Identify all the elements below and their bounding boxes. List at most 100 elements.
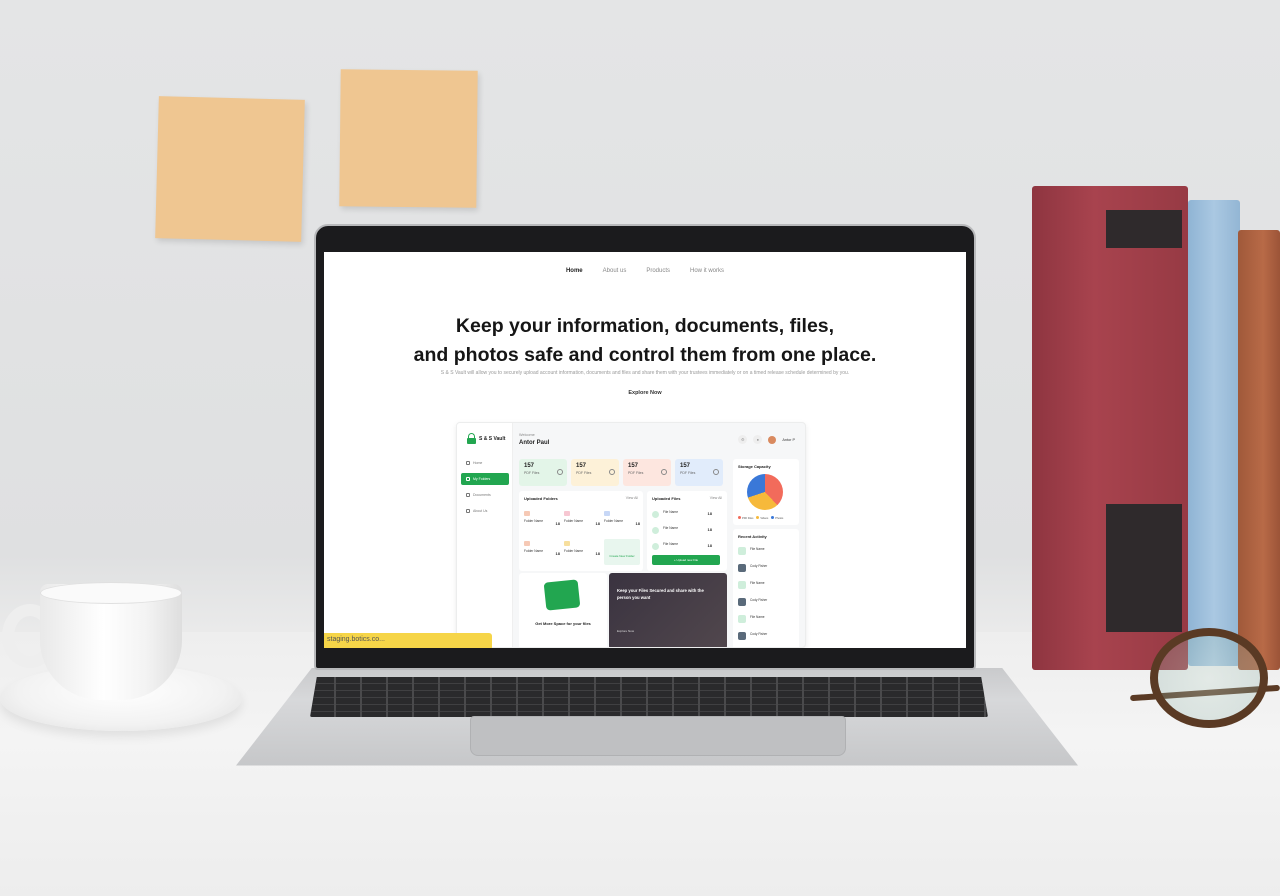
sticky-note [155, 96, 305, 242]
promo-text: Keep your Files Secured and share with t… [617, 588, 704, 600]
sticky-note [339, 69, 478, 208]
activity-item[interactable]: File Name [738, 579, 798, 594]
activity-item[interactable]: Cody Fisher [738, 562, 798, 577]
document-icon [466, 493, 470, 497]
stat-card[interactable]: 157 PDF Files [571, 459, 619, 486]
notification-icon[interactable]: ● [753, 435, 763, 444]
panel-title: Uploaded Folders [524, 496, 558, 501]
get-more-space-card[interactable]: Get More Space for your files [519, 573, 607, 647]
cup-rim [40, 582, 182, 604]
sidebar-item-my-folders[interactable]: My Folders [461, 473, 509, 485]
legend-item: Photos [771, 516, 783, 520]
activity-name: File Name [750, 547, 765, 551]
folder-card[interactable]: Folder Name 18 [524, 511, 560, 533]
folder-icon [524, 511, 530, 516]
file-icon [738, 547, 746, 555]
view-all-link[interactable]: View All [710, 496, 722, 500]
folder-card[interactable]: Folder Name 18 [604, 511, 640, 533]
recent-activity-panel: Recent Activity File Name Cody Fisher Fi… [733, 529, 799, 647]
sidebar-item-home[interactable]: Home [461, 457, 509, 469]
browser-status-url: staging.botics.co... [324, 633, 492, 648]
brand-logo[interactable]: S & S Vault [467, 433, 505, 444]
brand-name: S & S Vault [479, 435, 506, 442]
stat-number: 157 [576, 463, 587, 469]
keyboard [310, 677, 988, 717]
hero-subtitle: S & S Vault will allow you to securely u… [440, 370, 850, 376]
folder-count: 18 [635, 521, 640, 526]
upload-file-button[interactable]: + Upload new File [652, 555, 720, 565]
file-size: 18 [707, 511, 712, 516]
file-icon [652, 543, 659, 550]
stat-card[interactable]: 157 PDF Files [623, 459, 671, 486]
legend-item: PDF Files [738, 516, 753, 520]
sidebar-item-documents[interactable]: Documents [461, 489, 509, 501]
file-icon [661, 469, 667, 475]
activity-item[interactable]: File Name [738, 613, 798, 628]
activity-item[interactable]: Cody Fisher [738, 630, 798, 645]
book-brown [1238, 230, 1280, 670]
activity-item[interactable]: File Name [738, 545, 798, 560]
book-band [1106, 504, 1182, 632]
activity-name: File Name [750, 581, 765, 585]
dashboard-sidebar: S & S Vault Home My Folders Documents Ab… [457, 423, 513, 647]
book-blue [1188, 200, 1240, 666]
eyeglasses [1150, 628, 1268, 728]
nav-products[interactable]: Products [646, 268, 670, 274]
create-folder-button[interactable]: Create New Folder [604, 539, 640, 565]
file-size: 18 [707, 527, 712, 532]
folder-card[interactable]: Folder Name 18 [524, 541, 560, 563]
file-icon [652, 527, 659, 534]
sidebar-nav: Home My Folders Documents About Us [461, 457, 509, 521]
trackpad [470, 716, 846, 756]
storage-panel: Storage Capacity PDF Files Videos Photos [733, 459, 799, 525]
sidebar-item-label: My Folders [473, 477, 491, 481]
hero-line-2: and photos safe and control them from on… [413, 344, 877, 366]
file-row[interactable]: File Name 18 [652, 525, 720, 539]
file-row[interactable]: File Name 18 [652, 541, 720, 555]
stat-card[interactable]: 157 PDF Files [675, 459, 723, 486]
avatar[interactable] [768, 435, 777, 444]
file-icon [713, 469, 719, 475]
folder-card[interactable]: Folder Name 18 [564, 541, 600, 563]
nav-how-it-works[interactable]: How it works [690, 268, 724, 274]
secure-files-card[interactable]: Keep your Files Secured and share with t… [609, 573, 727, 647]
file-icon [609, 469, 615, 475]
stat-card[interactable]: 157 PDF Files [519, 459, 567, 486]
dashboard-preview: S & S Vault Home My Folders Documents Ab… [456, 422, 806, 648]
view-all-link[interactable]: View All [626, 496, 638, 500]
avatar [738, 564, 746, 572]
storage-legend: PDF Files Videos Photos [738, 516, 783, 520]
folder-icon [604, 511, 610, 516]
user-short-name[interactable]: Antor P [782, 438, 795, 442]
top-nav: Home About us Products How it works [324, 268, 966, 274]
nav-about[interactable]: About us [603, 268, 627, 274]
user-name: Antor Paul [519, 440, 550, 446]
file-icon [557, 469, 563, 475]
lock-icon [467, 433, 476, 444]
activity-name: Cody Fisher [750, 564, 768, 568]
sidebar-item-label: About Us [473, 509, 488, 513]
explore-now-link[interactable]: Explore Now [324, 390, 966, 396]
avatar [738, 598, 746, 606]
avatar [738, 632, 746, 640]
panel-title: Uploaded Files [652, 496, 681, 501]
welcome-label: Welcome [519, 433, 535, 437]
hero-line-1: Keep your information, documents, files, [455, 315, 835, 337]
storage-pie-chart [747, 474, 783, 510]
folder-card[interactable]: Folder Name 18 [564, 511, 600, 533]
file-name: File Name [663, 510, 679, 514]
file-icon [652, 511, 659, 518]
file-row[interactable]: File Name 18 [652, 509, 720, 523]
folder-icon [564, 541, 570, 546]
sidebar-item-about[interactable]: About Us [461, 505, 509, 517]
settings-icon[interactable]: ⚙ [738, 435, 748, 444]
folder-count: 18 [595, 521, 600, 526]
activity-name: File Name [750, 615, 765, 619]
folder-icon [564, 511, 570, 516]
activity-name: Cody Fisher [750, 632, 768, 636]
hero-title: Keep your information, documents, files,… [324, 312, 966, 370]
nav-home[interactable]: Home [566, 268, 583, 274]
folder-icon [524, 541, 530, 546]
activity-item[interactable]: Cody Fisher [738, 596, 798, 611]
promo-link[interactable]: Explore Now [617, 629, 634, 633]
